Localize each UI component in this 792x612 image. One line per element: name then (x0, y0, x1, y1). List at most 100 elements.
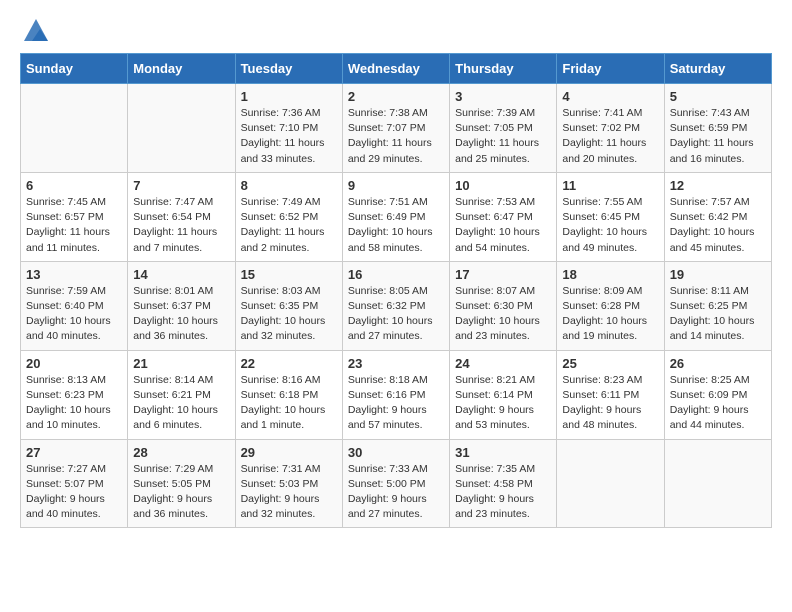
logo-icon (22, 15, 50, 43)
day-info: Sunrise: 8:25 AM Sunset: 6:09 PM Dayligh… (670, 373, 766, 434)
calendar-cell (128, 84, 235, 173)
day-header-saturday: Saturday (664, 54, 771, 84)
week-row-2: 6 Sunrise: 7:45 AM Sunset: 6:57 PM Daylig… (21, 172, 772, 261)
day-info: Sunrise: 7:49 AM Sunset: 6:52 PM Dayligh… (241, 195, 337, 256)
day-number: 7 (133, 178, 229, 193)
day-info: Sunrise: 8:18 AM Sunset: 6:16 PM Dayligh… (348, 373, 444, 434)
day-number: 8 (241, 178, 337, 193)
day-number: 10 (455, 178, 551, 193)
day-number: 17 (455, 267, 551, 282)
day-number: 6 (26, 178, 122, 193)
day-number: 29 (241, 445, 337, 460)
day-info: Sunrise: 7:29 AM Sunset: 5:05 PM Dayligh… (133, 462, 229, 523)
calendar-cell: 10 Sunrise: 7:53 AM Sunset: 6:47 PM Dayli… (450, 172, 557, 261)
day-info: Sunrise: 8:01 AM Sunset: 6:37 PM Dayligh… (133, 284, 229, 345)
calendar-cell: 31 Sunrise: 7:35 AM Sunset: 4:58 PM Dayli… (450, 439, 557, 528)
calendar-cell (557, 439, 664, 528)
calendar-cell: 6 Sunrise: 7:45 AM Sunset: 6:57 PM Daylig… (21, 172, 128, 261)
day-info: Sunrise: 7:53 AM Sunset: 6:47 PM Dayligh… (455, 195, 551, 256)
day-info: Sunrise: 8:11 AM Sunset: 6:25 PM Dayligh… (670, 284, 766, 345)
calendar-cell (21, 84, 128, 173)
day-info: Sunrise: 7:31 AM Sunset: 5:03 PM Dayligh… (241, 462, 337, 523)
day-info: Sunrise: 7:51 AM Sunset: 6:49 PM Dayligh… (348, 195, 444, 256)
day-info: Sunrise: 8:13 AM Sunset: 6:23 PM Dayligh… (26, 373, 122, 434)
day-info: Sunrise: 7:55 AM Sunset: 6:45 PM Dayligh… (562, 195, 658, 256)
calendar-cell: 9 Sunrise: 7:51 AM Sunset: 6:49 PM Daylig… (342, 172, 449, 261)
day-number: 30 (348, 445, 444, 460)
day-number: 14 (133, 267, 229, 282)
day-info: Sunrise: 8:05 AM Sunset: 6:32 PM Dayligh… (348, 284, 444, 345)
calendar-cell: 30 Sunrise: 7:33 AM Sunset: 5:00 PM Dayli… (342, 439, 449, 528)
day-number: 20 (26, 356, 122, 371)
day-info: Sunrise: 7:43 AM Sunset: 6:59 PM Dayligh… (670, 106, 766, 167)
day-header-tuesday: Tuesday (235, 54, 342, 84)
calendar-cell: 11 Sunrise: 7:55 AM Sunset: 6:45 PM Dayli… (557, 172, 664, 261)
day-number: 15 (241, 267, 337, 282)
day-number: 5 (670, 89, 766, 104)
day-info: Sunrise: 7:27 AM Sunset: 5:07 PM Dayligh… (26, 462, 122, 523)
calendar-cell: 26 Sunrise: 8:25 AM Sunset: 6:09 PM Dayli… (664, 350, 771, 439)
header-row: SundayMondayTuesdayWednesdayThursdayFrid… (21, 54, 772, 84)
day-info: Sunrise: 7:33 AM Sunset: 5:00 PM Dayligh… (348, 462, 444, 523)
day-number: 16 (348, 267, 444, 282)
day-info: Sunrise: 7:36 AM Sunset: 7:10 PM Dayligh… (241, 106, 337, 167)
day-number: 26 (670, 356, 766, 371)
day-number: 21 (133, 356, 229, 371)
day-header-thursday: Thursday (450, 54, 557, 84)
day-number: 2 (348, 89, 444, 104)
logo (20, 20, 50, 43)
calendar-cell: 28Sunrise: 7:29 AM Sunset: 5:05 PM Dayli… (128, 439, 235, 528)
day-number: 9 (348, 178, 444, 193)
day-info: Sunrise: 8:23 AM Sunset: 6:11 PM Dayligh… (562, 373, 658, 434)
calendar-table: SundayMondayTuesdayWednesdayThursdayFrid… (20, 53, 772, 528)
day-number: 31 (455, 445, 551, 460)
day-number: 3 (455, 89, 551, 104)
calendar-cell: 7 Sunrise: 7:47 AM Sunset: 6:54 PM Daylig… (128, 172, 235, 261)
calendar-cell: 12 Sunrise: 7:57 AM Sunset: 6:42 PM Dayli… (664, 172, 771, 261)
day-number: 11 (562, 178, 658, 193)
page-header (20, 20, 772, 43)
day-info: Sunrise: 7:38 AM Sunset: 7:07 PM Dayligh… (348, 106, 444, 167)
calendar-cell: 18 Sunrise: 8:09 AM Sunset: 6:28 PM Dayli… (557, 261, 664, 350)
calendar-cell: 1 Sunrise: 7:36 AM Sunset: 7:10 PM Daylig… (235, 84, 342, 173)
calendar-cell: 23 Sunrise: 8:18 AM Sunset: 6:16 PM Dayli… (342, 350, 449, 439)
day-info: Sunrise: 7:47 AM Sunset: 6:54 PM Dayligh… (133, 195, 229, 256)
day-info: Sunrise: 7:57 AM Sunset: 6:42 PM Dayligh… (670, 195, 766, 256)
day-info: Sunrise: 7:35 AM Sunset: 4:58 PM Dayligh… (455, 462, 551, 523)
day-info: Sunrise: 7:39 AM Sunset: 7:05 PM Dayligh… (455, 106, 551, 167)
calendar-cell: 8 Sunrise: 7:49 AM Sunset: 6:52 PM Daylig… (235, 172, 342, 261)
day-info: Sunrise: 8:21 AM Sunset: 6:14 PM Dayligh… (455, 373, 551, 434)
day-info: Sunrise: 8:16 AM Sunset: 6:18 PM Dayligh… (241, 373, 337, 434)
day-info: Sunrise: 7:59 AM Sunset: 6:40 PM Dayligh… (26, 284, 122, 345)
calendar-cell: 21 Sunrise: 8:14 AM Sunset: 6:21 PM Dayli… (128, 350, 235, 439)
day-number: 25 (562, 356, 658, 371)
calendar-cell: 14 Sunrise: 8:01 AM Sunset: 6:37 PM Dayli… (128, 261, 235, 350)
day-number: 18 (562, 267, 658, 282)
calendar-cell: 16 Sunrise: 8:05 AM Sunset: 6:32 PM Dayli… (342, 261, 449, 350)
day-number: 23 (348, 356, 444, 371)
day-number: 19 (670, 267, 766, 282)
day-info: Sunrise: 7:45 AM Sunset: 6:57 PM Dayligh… (26, 195, 122, 256)
day-number: 1 (241, 89, 337, 104)
calendar-cell: 19 Sunrise: 8:11 AM Sunset: 6:25 PM Dayli… (664, 261, 771, 350)
day-number: 4 (562, 89, 658, 104)
calendar-cell: 3 Sunrise: 7:39 AM Sunset: 7:05 PM Daylig… (450, 84, 557, 173)
week-row-3: 13 Sunrise: 7:59 AM Sunset: 6:40 PM Dayli… (21, 261, 772, 350)
day-number: 22 (241, 356, 337, 371)
day-header-monday: Monday (128, 54, 235, 84)
calendar-cell (664, 439, 771, 528)
calendar-cell: 15Sunrise: 8:03 AM Sunset: 6:35 PM Dayli… (235, 261, 342, 350)
day-info: Sunrise: 8:09 AM Sunset: 6:28 PM Dayligh… (562, 284, 658, 345)
day-number: 13 (26, 267, 122, 282)
calendar-cell: 4Sunrise: 7:41 AM Sunset: 7:02 PM Daylig… (557, 84, 664, 173)
week-row-5: 27Sunrise: 7:27 AM Sunset: 5:07 PM Dayli… (21, 439, 772, 528)
calendar-cell: 27Sunrise: 7:27 AM Sunset: 5:07 PM Dayli… (21, 439, 128, 528)
calendar-cell: 20 Sunrise: 8:13 AM Sunset: 6:23 PM Dayli… (21, 350, 128, 439)
day-header-friday: Friday (557, 54, 664, 84)
calendar-cell: 22 Sunrise: 8:16 AM Sunset: 6:18 PM Dayli… (235, 350, 342, 439)
week-row-1: 1 Sunrise: 7:36 AM Sunset: 7:10 PM Daylig… (21, 84, 772, 173)
day-number: 12 (670, 178, 766, 193)
day-header-sunday: Sunday (21, 54, 128, 84)
calendar-cell: 29 Sunrise: 7:31 AM Sunset: 5:03 PM Dayli… (235, 439, 342, 528)
day-info: Sunrise: 8:14 AM Sunset: 6:21 PM Dayligh… (133, 373, 229, 434)
